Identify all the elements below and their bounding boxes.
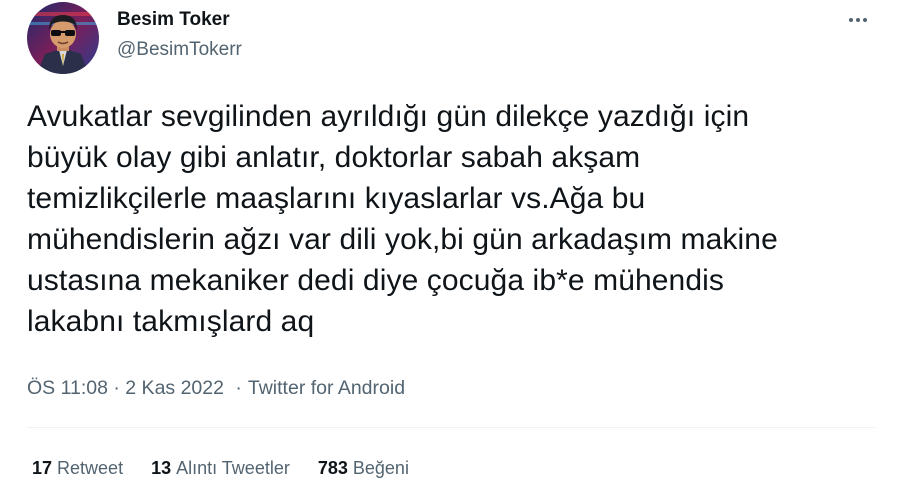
stat-label: Alıntı Tweetler	[176, 458, 290, 478]
display-name[interactable]: Besim Toker	[117, 8, 242, 32]
retweet-count[interactable]: 17 Retweet	[32, 455, 123, 481]
divider	[27, 427, 875, 428]
tweet-source[interactable]: Twitter for Android	[248, 377, 405, 399]
stat-count: 783	[317, 458, 348, 478]
tweet-text: Avukatlar sevgilinden ayrıldığı gün dile…	[27, 100, 778, 338]
stat-label: Retweet	[57, 458, 124, 478]
stat-label: Beğeni	[352, 458, 409, 478]
more-horizontal-icon	[849, 18, 853, 22]
avatar[interactable]	[27, 2, 99, 74]
tweet-card: Besim Toker @BesimTokerr Avukatlar sevgi…	[0, 0, 897, 492]
stat-count: 17	[32, 458, 53, 478]
quote-tweet-count[interactable]: 13 Alıntı Tweetler	[151, 455, 290, 481]
more-options-button[interactable]	[841, 8, 875, 32]
user-handle[interactable]: @BesimTokerr	[117, 38, 242, 62]
avatar-image	[27, 2, 99, 74]
tweet-meta: ÖS 11:08 · 2 Kas 2022 · Twitter for Andro…	[27, 374, 405, 402]
tweet-time[interactable]: ÖS 11:08	[27, 377, 108, 399]
tweet-date[interactable]: 2 Kas 2022	[125, 377, 224, 399]
author-info: Besim Toker @BesimTokerr	[117, 8, 242, 62]
tweet-stats: 17 Retweet 13 Alıntı Tweetler 783 Beğeni	[32, 455, 437, 481]
stat-count: 13	[151, 458, 172, 478]
like-count[interactable]: 783 Beğeni	[318, 455, 409, 481]
meta-separator: ·	[235, 377, 242, 399]
tweet-time-date-separator: ·	[113, 377, 126, 399]
